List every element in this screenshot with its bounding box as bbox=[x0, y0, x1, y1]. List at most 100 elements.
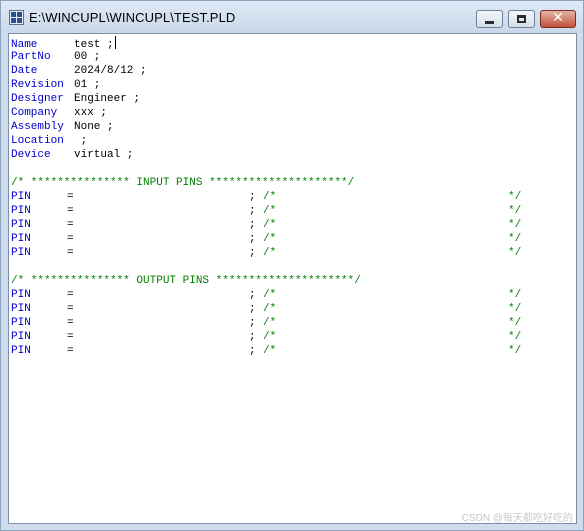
pin-comment-open: /* bbox=[263, 205, 277, 217]
pin-comment-close: */ bbox=[508, 247, 522, 259]
header-line-device: Device virtual ; bbox=[11, 148, 133, 162]
header-line-assembly: Assembly None ; bbox=[11, 120, 114, 134]
header-key: Designer bbox=[11, 93, 64, 105]
header-value: 01 ; bbox=[74, 79, 101, 91]
watermark: CSDN @每天都吃好吃的 bbox=[461, 513, 573, 524]
output-pin-row: PIN =; /* */ bbox=[11, 330, 521, 344]
header-line-company: Company xxx ; bbox=[11, 106, 107, 120]
close-button[interactable]: ✕ bbox=[540, 10, 576, 28]
header-value: ; bbox=[74, 135, 88, 147]
pin-semicolon: ; bbox=[249, 205, 256, 217]
pin-comment-close: */ bbox=[508, 289, 522, 301]
pin-keyword: PIN bbox=[11, 205, 31, 217]
pin-comment-close: */ bbox=[508, 345, 522, 357]
pin-semicolon: ; bbox=[249, 331, 256, 343]
output-pin-row: PIN =; /* */ bbox=[11, 302, 521, 316]
code-editor[interactable]: Name test ; PartNo 00 ; Date 2024/8/12 ; Revis… bbox=[8, 33, 577, 524]
pin-comment-close: */ bbox=[508, 303, 522, 315]
pin-keyword: PIN bbox=[11, 317, 31, 329]
pin-comment-close: */ bbox=[508, 331, 522, 343]
output-pin-row: PIN =; /* */ bbox=[11, 288, 521, 302]
header-key: Assembly bbox=[11, 121, 64, 133]
header-value: 00 ; bbox=[74, 51, 101, 63]
pin-semicolon: ; bbox=[249, 191, 256, 203]
pin-keyword: PIN bbox=[11, 289, 31, 301]
pin-semicolon: ; bbox=[249, 247, 256, 259]
input-pin-row: PIN =; /* */ bbox=[11, 232, 521, 246]
input-banner-comment: /* *************** INPUT PINS **********… bbox=[11, 177, 355, 189]
header-line-designer: Designer Engineer ; bbox=[11, 92, 140, 106]
pin-semicolon: ; bbox=[249, 303, 256, 315]
input-banner: /* *************** INPUT PINS **********… bbox=[11, 176, 354, 190]
input-pin-row: PIN =; /* */ bbox=[11, 246, 521, 260]
output-banner-comment: /* *************** OUTPUT PINS *********… bbox=[11, 275, 361, 287]
header-value: None ; bbox=[74, 121, 114, 133]
pin-comment-close: */ bbox=[508, 219, 522, 231]
pin-equals: = bbox=[67, 219, 74, 231]
pin-comment-close: */ bbox=[508, 317, 522, 329]
editor-window: E:\WINCUPL\WINCUPL\TEST.PLD ✕ Name test ;… bbox=[0, 0, 584, 531]
minimize-button[interactable] bbox=[476, 10, 503, 28]
pin-keyword: PIN bbox=[11, 345, 31, 357]
header-line-location: Location ; bbox=[11, 134, 87, 148]
pin-equals: = bbox=[67, 317, 74, 329]
input-pin-row: PIN =; /* */ bbox=[11, 204, 521, 218]
input-pin-row: PIN =; /* */ bbox=[11, 190, 521, 204]
header-value: virtual ; bbox=[74, 149, 134, 161]
text-cursor bbox=[114, 36, 116, 49]
pin-keyword: PIN bbox=[11, 331, 31, 343]
header-line-partno: PartNo 00 ; bbox=[11, 50, 100, 64]
close-icon: ✕ bbox=[552, 10, 564, 26]
pin-keyword: PIN bbox=[11, 303, 31, 315]
pin-keyword: PIN bbox=[11, 219, 31, 231]
pin-equals: = bbox=[67, 289, 74, 301]
pin-comment-close: */ bbox=[508, 191, 522, 203]
input-pin-row: PIN =; /* */ bbox=[11, 218, 521, 232]
header-key: PartNo bbox=[11, 51, 51, 63]
header-key: Revision bbox=[11, 79, 64, 91]
header-key: Location bbox=[11, 135, 64, 147]
pin-comment-close: */ bbox=[508, 205, 522, 217]
pin-comment-open: /* bbox=[263, 191, 277, 203]
pin-comment-open: /* bbox=[263, 303, 277, 315]
pin-equals: = bbox=[67, 303, 74, 315]
pin-semicolon: ; bbox=[249, 345, 256, 357]
pin-equals: = bbox=[67, 247, 74, 259]
title-bar[interactable]: E:\WINCUPL\WINCUPL\TEST.PLD ✕ bbox=[1, 1, 583, 33]
pin-keyword: PIN bbox=[11, 233, 31, 245]
header-key: Device bbox=[11, 149, 51, 161]
maximize-icon bbox=[517, 15, 526, 23]
pin-equals: = bbox=[67, 345, 74, 357]
output-banner: /* *************** OUTPUT PINS *********… bbox=[11, 274, 361, 288]
pin-keyword: PIN bbox=[11, 191, 31, 203]
pin-comment-open: /* bbox=[263, 289, 277, 301]
pin-comment-open: /* bbox=[263, 345, 277, 357]
minimize-icon bbox=[485, 21, 494, 24]
pin-semicolon: ; bbox=[249, 289, 256, 301]
header-line-name: Name test ; bbox=[11, 36, 116, 51]
pin-equals: = bbox=[67, 205, 74, 217]
output-pin-row: PIN =; /* */ bbox=[11, 344, 521, 358]
wincupl-app-icon[interactable] bbox=[9, 10, 24, 25]
pin-semicolon: ; bbox=[249, 219, 256, 231]
pin-keyword: PIN bbox=[11, 247, 31, 259]
pin-comment-open: /* bbox=[263, 219, 277, 231]
header-line-date: Date 2024/8/12 ; bbox=[11, 64, 147, 78]
header-key: Date bbox=[11, 65, 38, 77]
pin-comment-open: /* bbox=[263, 331, 277, 343]
output-pin-row: PIN =; /* */ bbox=[11, 316, 521, 330]
window-title: E:\WINCUPL\WINCUPL\TEST.PLD bbox=[29, 10, 236, 25]
pin-comment-open: /* bbox=[263, 247, 277, 259]
pin-comment-close: */ bbox=[508, 233, 522, 245]
header-key: Company bbox=[11, 107, 58, 119]
header-value: xxx ; bbox=[74, 107, 108, 119]
pin-comment-open: /* bbox=[263, 317, 277, 329]
header-value: 2024/8/12 ; bbox=[74, 65, 147, 77]
pin-equals: = bbox=[67, 233, 74, 245]
pin-semicolon: ; bbox=[249, 317, 256, 329]
pin-comment-open: /* bbox=[263, 233, 277, 245]
maximize-button[interactable] bbox=[508, 10, 535, 28]
header-value: Engineer ; bbox=[74, 93, 141, 105]
header-line-revision: Revision 01 ; bbox=[11, 78, 100, 92]
pin-equals: = bbox=[67, 331, 74, 343]
